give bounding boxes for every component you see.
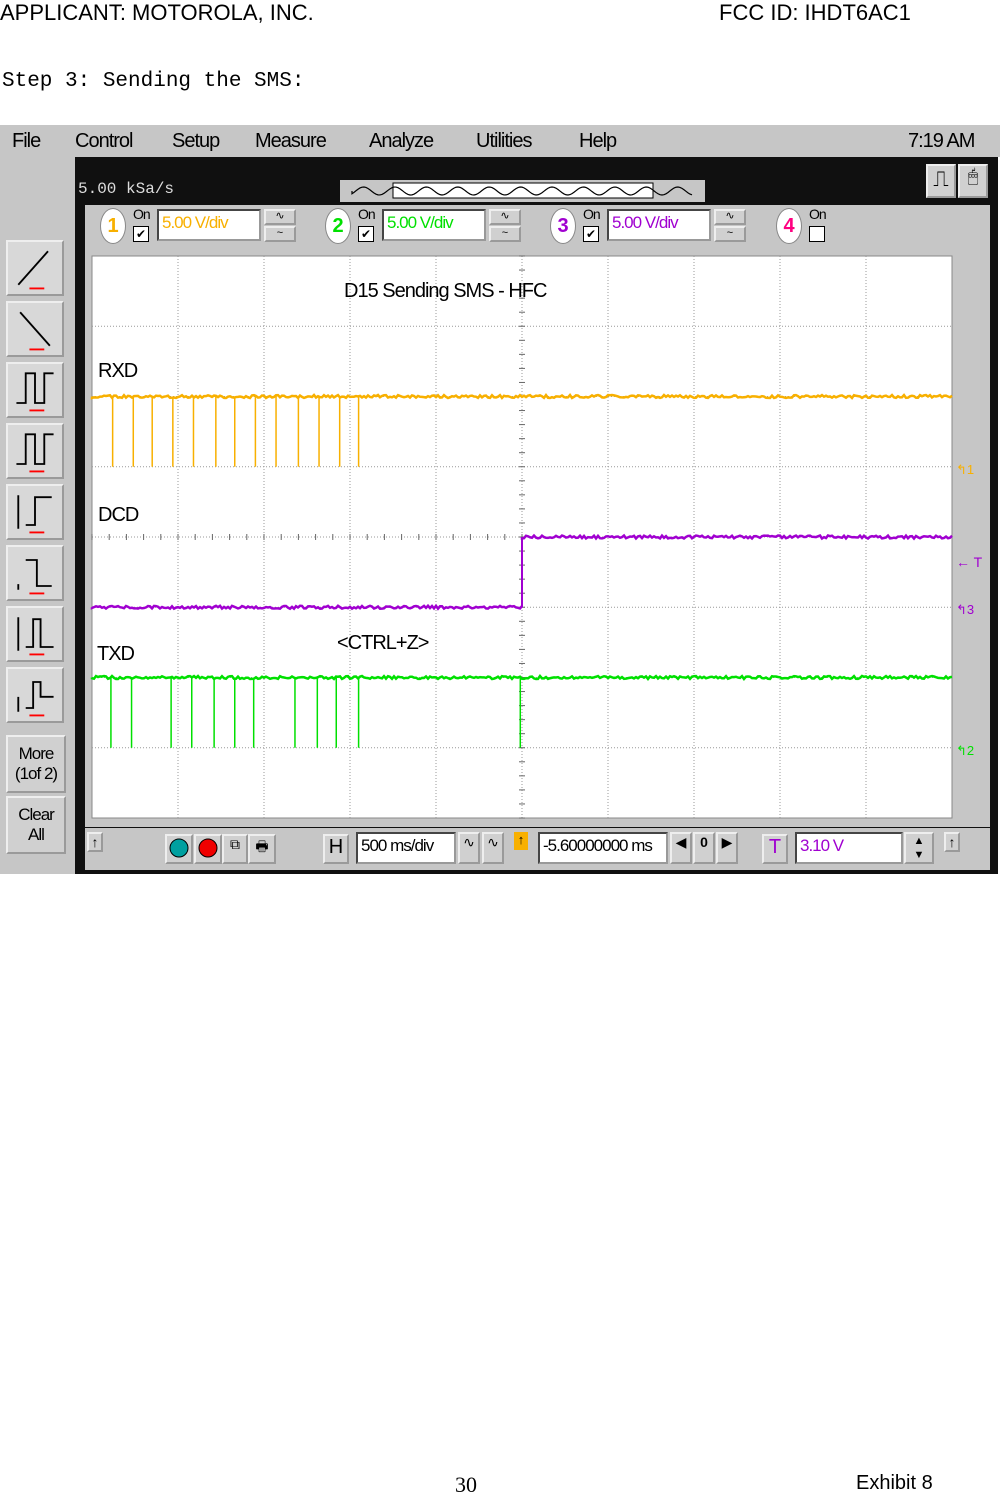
- ch3-ground-marker[interactable]: ↰3: [956, 602, 974, 618]
- run-button[interactable]: [165, 834, 193, 864]
- print-icon[interactable]: 🖶: [248, 834, 276, 864]
- page-number: 30: [455, 1472, 477, 1498]
- trigger-level-spinner[interactable]: ▲ ▼: [904, 832, 934, 864]
- ch3-marker-label: 3: [967, 602, 974, 617]
- ctrl-z-annotation: <CTRL+Z>: [337, 632, 428, 655]
- ch2-ground-marker[interactable]: ↰2: [956, 743, 974, 759]
- delay-right-button[interactable]: ▶: [716, 832, 738, 864]
- waveform-plot: [0, 0, 1000, 875]
- trigger-marker[interactable]: ← T: [956, 554, 982, 570]
- exhibit-label: Exhibit 8: [856, 1472, 933, 1495]
- timebase-coarse-icon[interactable]: ∿: [482, 832, 504, 864]
- rxd-label: RXD: [98, 360, 137, 383]
- txd-label: TXD: [97, 643, 134, 666]
- dcd-label: DCD: [98, 504, 138, 527]
- ch1-marker-label: 1: [967, 462, 974, 477]
- delay-zero-button[interactable]: 0: [693, 832, 715, 864]
- horizontal-button[interactable]: H: [323, 834, 349, 864]
- ch1-ground-marker[interactable]: ↰1: [956, 462, 974, 478]
- trigger-marker-label: T: [974, 554, 983, 570]
- trigger-level-field[interactable]: 3.10 V: [795, 832, 903, 864]
- trigger-button[interactable]: T: [762, 834, 788, 864]
- delay-reference-icon[interactable]: ↑: [514, 832, 528, 850]
- timebase-fine-icon[interactable]: ∿: [458, 832, 480, 864]
- ch2-marker-label: 2: [967, 743, 974, 758]
- left-scroll-up-icon[interactable]: ↑: [87, 832, 103, 852]
- timebase-field[interactable]: 500 ms/div: [356, 832, 456, 864]
- plot-title: D15 Sending SMS - HFC: [344, 280, 546, 303]
- delay-field[interactable]: -5.60000000 ms: [538, 832, 668, 864]
- right-scroll-up-icon[interactable]: ↑: [944, 832, 960, 852]
- stop-button[interactable]: [194, 834, 222, 864]
- autoscale-icon[interactable]: ⧉: [222, 834, 248, 864]
- delay-left-button[interactable]: ◀: [670, 832, 692, 864]
